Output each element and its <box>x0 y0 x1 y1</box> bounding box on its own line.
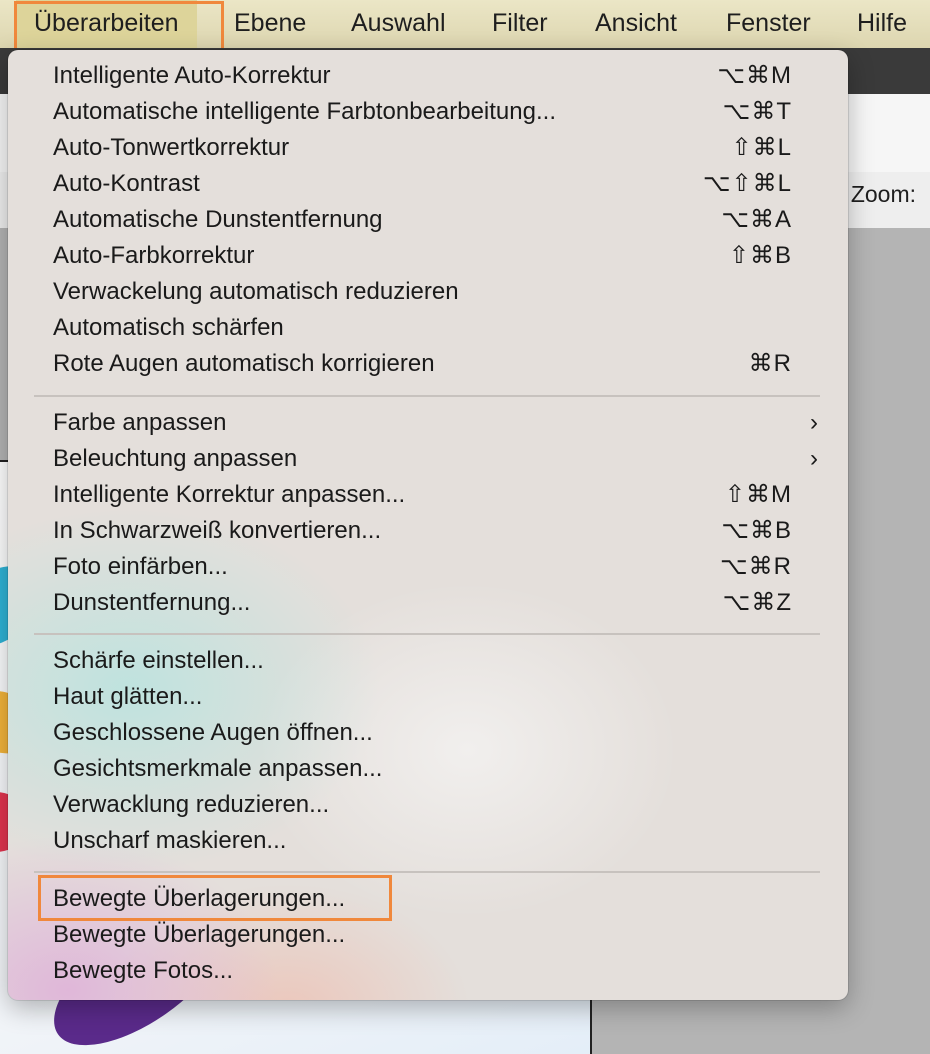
menu-item[interactable]: Bewegte Fotos... <box>8 953 848 989</box>
menu-item-shortcut: ⇧⌘B <box>728 242 792 269</box>
menu-separator <box>34 395 820 397</box>
menu-item-label: Bewegte Überlagerungen... <box>53 885 346 912</box>
menu-item-shortcut: ⌥⌘B <box>721 517 792 544</box>
menu-item[interactable]: Automatisch schärfen <box>8 310 848 346</box>
menu-item-shortcut: ⌥⌘M <box>717 62 792 89</box>
menu-item-label: In Schwarzweiß konvertieren... <box>53 517 382 544</box>
menu-item[interactable]: Auto-Tonwertkorrektur ⇧⌘L <box>8 130 848 166</box>
menu-item-label: Auto-Tonwertkorrektur <box>53 134 290 161</box>
menubar-item-filter[interactable]: Filter <box>492 0 548 48</box>
menu-item-label: Foto einfärben... <box>53 553 228 580</box>
menu-item-label: Bewegte Fotos... <box>53 957 234 984</box>
ueberarbeiten-dropdown-menu: Intelligente Auto-Korrektur ⌥⌘M Automatisc… <box>8 50 848 1000</box>
menu-separator <box>34 633 820 635</box>
menu-item-shortcut: ⌥⌘R <box>720 553 792 580</box>
menu-item-label: Verwackelung automatisch reduzieren <box>53 278 459 305</box>
menu-item-label: Verwacklung reduzieren... <box>53 791 330 818</box>
zoom-label: Zoom: <box>850 181 916 207</box>
menu-item[interactable]: Beleuchtung anpassen › <box>8 441 848 477</box>
menu-item-shortcut: ⌥⌘Z <box>722 589 792 616</box>
menu-item-label: Intelligente Korrektur anpassen... <box>53 481 406 508</box>
menu-item-label: Gesichtsmerkmale anpassen... <box>53 755 383 782</box>
menu-item-label: Dunstentfernung... <box>53 589 251 616</box>
menu-item[interactable]: Dunstentfernung... ⌥⌘Z <box>8 585 848 621</box>
menu-item-label: Haut glätten... <box>53 683 203 710</box>
menu-item[interactable]: Bewegte Überlagerungen... <box>8 881 848 917</box>
menubar-item-fenster[interactable]: Fenster <box>726 0 811 48</box>
menu-item[interactable]: Rote Augen automatisch korrigieren ⌘R <box>8 346 848 382</box>
menu-item[interactable]: Geschlossene Augen öffnen... <box>8 715 848 751</box>
menu-item-label: Beleuchtung anpassen <box>53 445 298 472</box>
menu-item-shortcut: ⌥⇧⌘L <box>702 170 792 197</box>
menu-item[interactable]: Automatische intelligente Farbtonbearbei… <box>8 94 848 130</box>
menu-item-label: Schärfe einstellen... <box>53 647 264 674</box>
menu-item-label: Auto-Kontrast <box>53 170 200 197</box>
menu-item-label: Automatische intelligente Farbtonbearbei… <box>53 98 556 125</box>
menu-item-label: Geschlossene Augen öffnen... <box>53 719 373 746</box>
menubar-item-hilfe[interactable]: Hilfe <box>857 0 907 48</box>
menu-bar: Überarbeiten Ebene Auswahl Filter Ansich… <box>0 0 930 49</box>
menu-item-label: Unscharf maskieren... <box>53 827 287 854</box>
menu-item-shortcut: ⌥⌘T <box>722 98 792 125</box>
menu-item[interactable]: Farbe anpassen › <box>8 405 848 441</box>
menu-item-label: Rote Augen automatisch korrigieren <box>53 350 435 377</box>
menu-item[interactable]: In Schwarzweiß konvertieren... ⌥⌘B <box>8 513 848 549</box>
menu-item[interactable]: Schärfe einstellen... <box>8 643 848 679</box>
menu-item[interactable]: Intelligente Korrektur anpassen... ⇧⌘M <box>8 477 848 513</box>
menu-item-shortcut: ⇧⌘M <box>724 481 792 508</box>
menu-item[interactable]: Unscharf maskieren... <box>8 823 848 859</box>
menu-item-label: Bewegte Überlagerungen... <box>53 921 346 948</box>
menu-item[interactable]: Gesichtsmerkmale anpassen... <box>8 751 848 787</box>
menu-item[interactable]: Automatische Dunstentfernung ⌥⌘A <box>8 202 848 238</box>
menu-item[interactable]: Auto-Farbkorrektur ⇧⌘B <box>8 238 848 274</box>
menu-item[interactable]: Auto-Kontrast ⌥⇧⌘L <box>8 166 848 202</box>
menu-item-shortcut: ⌥⌘A <box>721 206 792 233</box>
menu-item-shortcut: ⌘R <box>748 350 792 377</box>
menu-item-label: Auto-Farbkorrektur <box>53 242 255 269</box>
menubar-item-ebene[interactable]: Ebene <box>234 0 306 48</box>
menu-item-label: Farbe anpassen <box>53 409 227 436</box>
chevron-right-icon: › <box>810 409 818 436</box>
menu-item[interactable]: Haut glätten... <box>8 679 848 715</box>
menu-item[interactable]: Foto einfärben... ⌥⌘R <box>8 549 848 585</box>
menu-separator <box>34 871 820 873</box>
menubar-item-ansicht[interactable]: Ansicht <box>595 0 677 48</box>
menu-item[interactable]: Intelligente Auto-Korrektur ⌥⌘M <box>8 58 848 94</box>
menu-item-shortcut: ⇧⌘L <box>731 134 792 161</box>
menu-item[interactable]: Bewegte Überlagerungen... <box>8 917 848 953</box>
menu-item[interactable]: Verwacklung reduzieren... <box>8 787 848 823</box>
menu-item-label: Intelligente Auto-Korrektur <box>53 62 331 89</box>
chevron-right-icon: › <box>810 445 818 472</box>
menubar-item-ueberarbeiten[interactable]: Überarbeiten <box>16 0 197 48</box>
menubar-item-auswahl[interactable]: Auswahl <box>351 0 446 48</box>
menu-item-label: Automatisch schärfen <box>53 314 284 341</box>
menu-item-label: Automatische Dunstentfernung <box>53 206 383 233</box>
menu-item[interactable]: Verwackelung automatisch reduzieren <box>8 274 848 310</box>
